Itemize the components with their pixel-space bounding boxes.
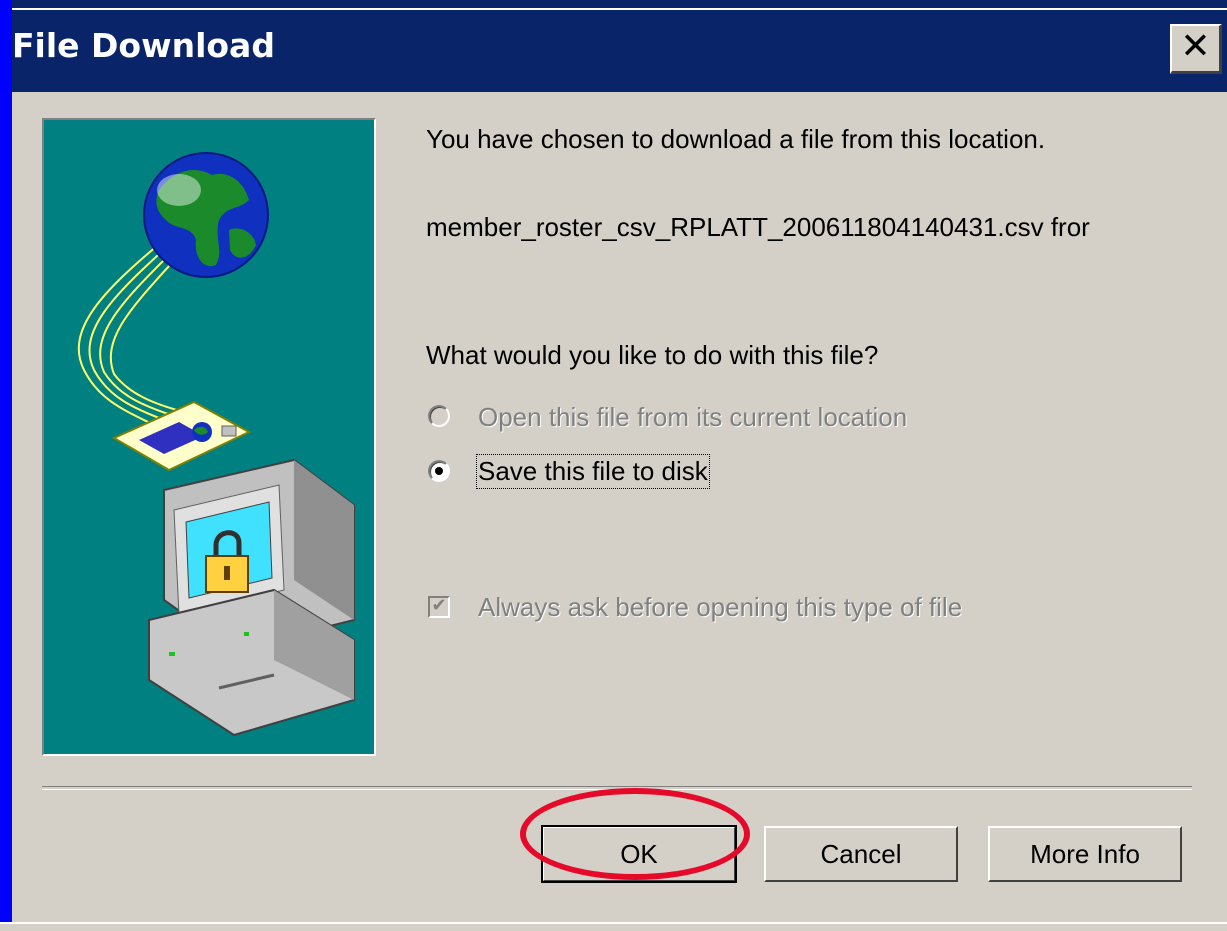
filename-text: member_roster_csv_RPLATT_200611804140431… [426, 212, 1090, 242]
more-info-button[interactable]: More Info [988, 826, 1182, 882]
document-icon [111, 400, 252, 472]
taskbar-strip [0, 922, 1227, 931]
download-illustration [42, 118, 376, 756]
open-file-label[interactable]: Open this file from its current location [478, 402, 907, 433]
illustration-graphic [77, 152, 355, 737]
save-file-radio[interactable] [428, 460, 450, 482]
question-text: What would you like to do with this file… [426, 340, 879, 370]
separator-line [42, 786, 1192, 790]
title-bar[interactable]: File Download ✕ [12, 0, 1227, 92]
open-file-radio[interactable] [428, 405, 450, 427]
checkmark-icon: ✔ [431, 595, 447, 616]
network-cables [77, 239, 185, 426]
close-button[interactable]: ✕ [1170, 24, 1222, 74]
file-download-dialog: File Download ✕ You have chosen to downl… [12, 0, 1227, 931]
save-file-label[interactable]: Save this file to disk [476, 454, 710, 489]
always-ask-checkbox[interactable]: ✔ [428, 596, 450, 618]
intro-text: You have chosen to download a file from … [426, 124, 1046, 154]
radio-selected-dot [435, 467, 443, 475]
dialog-title: File Download [12, 26, 275, 65]
cancel-button[interactable]: Cancel [764, 826, 958, 882]
always-ask-label[interactable]: Always ask before opening this type of f… [478, 592, 962, 623]
ok-button[interactable]: OK [541, 825, 737, 883]
globe-icon [143, 152, 269, 278]
close-icon: ✕ [1180, 26, 1211, 67]
computer-icon [148, 458, 355, 737]
